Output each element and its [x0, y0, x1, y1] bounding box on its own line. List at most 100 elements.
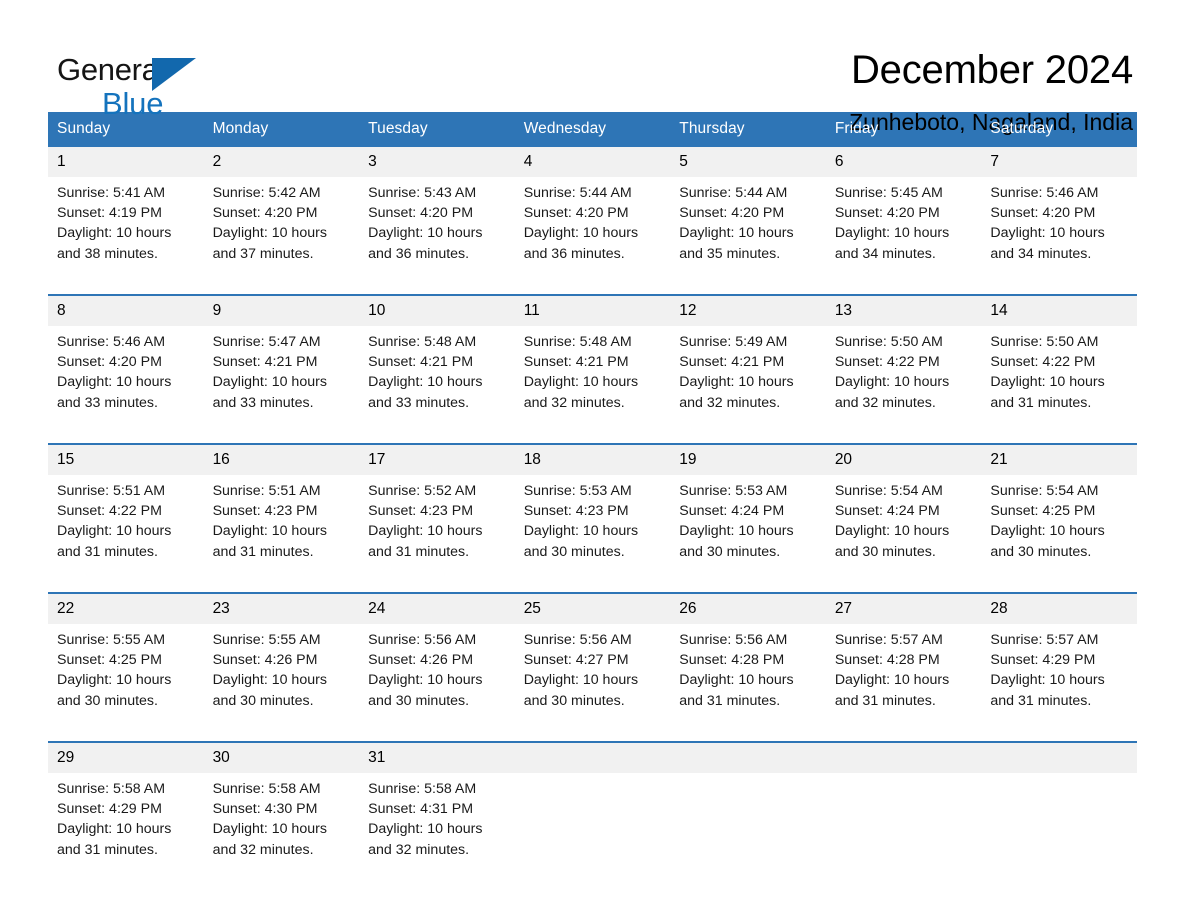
calendar-cell-day[interactable]: 19 Sunrise: 5:53 AM Sunset: 4:24 PM Dayligh…: [670, 443, 826, 575]
day-number: 18: [514, 445, 671, 475]
day-details: Sunrise: 5:55 AM Sunset: 4:26 PM Daylight:…: [203, 624, 360, 724]
sunset-text: Sunset: 4:27 PM: [523, 652, 629, 669]
daylight-text: Daylight: 10 hours and 31 minutes.: [834, 672, 950, 709]
calendar-week-row: 15 Sunrise: 5:51 AM Sunset: 4:22 PM Dayligh…: [48, 443, 1137, 575]
calendar-cell-day[interactable]: 20 Sunrise: 5:54 AM Sunset: 4:24 PM Dayligh…: [825, 443, 982, 575]
calendar-cell-day[interactable]: 21 Sunrise: 5:54 AM Sunset: 4:25 PM Dayligh…: [981, 443, 1137, 575]
sunset-text: Sunset: 4:25 PM: [57, 652, 162, 669]
sunrise-text: Sunrise: 5:43 AM: [368, 185, 477, 201]
day-details: Sunrise: 5:46 AM Sunset: 4:20 PM Daylight:…: [48, 326, 204, 426]
calendar-cell-day[interactable]: 16 Sunrise: 5:51 AM Sunset: 4:23 PM Dayligh…: [203, 443, 360, 575]
day-details: Sunrise: 5:53 AM Sunset: 4:23 PM Daylight:…: [514, 475, 671, 575]
daylight-text: Daylight: 10 hours and 32 minutes.: [212, 821, 327, 858]
calendar-cell-day[interactable]: 22 Sunrise: 5:55 AM Sunset: 4:25 PM Dayligh…: [48, 592, 204, 724]
day-details: Sunrise: 5:57 AM Sunset: 4:29 PM Daylight:…: [981, 624, 1137, 724]
calendar-cell-day[interactable]: 10 Sunrise: 5:48 AM Sunset: 4:21 PM Dayligh…: [359, 294, 515, 426]
daylight-text: Daylight: 10 hours and 32 minutes.: [368, 821, 483, 858]
brand-name-blue: Blue: [102, 86, 164, 121]
day-number: [825, 743, 982, 773]
calendar-cell-day[interactable]: 7 Sunrise: 5:46 AM Sunset: 4:20 PM Daylight…: [981, 147, 1137, 277]
day-details: Sunrise: 5:45 AM Sunset: 4:20 PM Daylight:…: [825, 177, 982, 277]
calendar-cell-day[interactable]: 27 Sunrise: 5:57 AM Sunset: 4:28 PM Dayligh…: [825, 592, 982, 724]
day-details: Sunrise: 5:42 AM Sunset: 4:20 PM Daylight:…: [203, 177, 360, 277]
sunrise-text: Sunrise: 5:46 AM: [57, 334, 166, 350]
daylight-text: Daylight: 10 hours and 31 minutes.: [368, 523, 483, 560]
sunrise-text: Sunrise: 5:51 AM: [212, 483, 321, 499]
calendar-cell-day[interactable]: 12 Sunrise: 5:49 AM Sunset: 4:21 PM Dayligh…: [670, 294, 826, 426]
calendar-cell-day[interactable]: 14 Sunrise: 5:50 AM Sunset: 4:22 PM Dayligh…: [981, 294, 1137, 426]
day-number: 2: [203, 147, 360, 177]
calendar-week-row: 22 Sunrise: 5:55 AM Sunset: 4:25 PM Dayligh…: [48, 592, 1137, 724]
calendar-cell-day[interactable]: 2 Sunrise: 5:42 AM Sunset: 4:20 PM Daylight…: [203, 147, 360, 277]
calendar-week-row: 8 Sunrise: 5:46 AM Sunset: 4:20 PM Daylight…: [48, 294, 1137, 426]
week-spacer-cell: [48, 724, 1137, 742]
day-number: 25: [514, 594, 671, 624]
sunrise-text: Sunrise: 5:51 AM: [57, 483, 166, 499]
sunrise-text: Sunrise: 5:48 AM: [368, 334, 477, 350]
day-details: Sunrise: 5:58 AM Sunset: 4:30 PM Daylight:…: [203, 773, 360, 873]
sunrise-text: Sunrise: 5:49 AM: [679, 334, 788, 350]
day-number: 9: [203, 296, 360, 326]
day-details: Sunrise: 5:53 AM Sunset: 4:24 PM Daylight:…: [670, 475, 826, 575]
sunset-text: Sunset: 4:29 PM: [990, 652, 1096, 669]
weekday-header-tuesday: Tuesday: [359, 112, 515, 147]
day-number: 10: [359, 296, 515, 326]
daylight-text: Daylight: 10 hours and 33 minutes.: [212, 374, 327, 411]
calendar-cell-day[interactable]: 23 Sunrise: 5:55 AM Sunset: 4:26 PM Dayligh…: [203, 592, 360, 724]
calendar-cell-day[interactable]: 25 Sunrise: 5:56 AM Sunset: 4:27 PM Dayligh…: [514, 592, 671, 724]
calendar-cell-day[interactable]: 28 Sunrise: 5:57 AM Sunset: 4:29 PM Dayligh…: [981, 592, 1137, 724]
calendar-cell-day[interactable]: 8 Sunrise: 5:46 AM Sunset: 4:20 PM Daylight…: [48, 294, 204, 426]
daylight-text: Daylight: 10 hours and 38 minutes.: [57, 225, 172, 262]
page-title: December 2024: [850, 48, 1133, 92]
sunset-text: Sunset: 4:25 PM: [990, 503, 1096, 520]
day-number: 11: [514, 296, 671, 326]
calendar-cell-day[interactable]: 17 Sunrise: 5:52 AM Sunset: 4:23 PM Dayligh…: [359, 443, 515, 575]
day-number: 4: [514, 147, 671, 177]
calendar-week-row: 1 Sunrise: 5:41 AM Sunset: 4:19 PM Daylight…: [48, 147, 1137, 277]
calendar-cell-day[interactable]: 15 Sunrise: 5:51 AM Sunset: 4:22 PM Dayligh…: [48, 443, 204, 575]
day-details: [825, 773, 982, 873]
day-details: [981, 773, 1137, 873]
calendar-cell-day[interactable]: 30 Sunrise: 5:58 AM Sunset: 4:30 PM Dayligh…: [203, 741, 360, 873]
daylight-text: Daylight: 10 hours and 30 minutes.: [57, 672, 172, 709]
daylight-text: Daylight: 10 hours and 31 minutes.: [57, 821, 172, 858]
calendar-cell-day[interactable]: 29 Sunrise: 5:58 AM Sunset: 4:29 PM Dayligh…: [48, 741, 204, 873]
calendar-cell-day[interactable]: 4 Sunrise: 5:44 AM Sunset: 4:20 PM Daylight…: [514, 147, 671, 277]
daylight-text: Daylight: 10 hours and 31 minutes.: [990, 672, 1105, 709]
sunset-text: Sunset: 4:28 PM: [834, 652, 940, 669]
day-details: Sunrise: 5:54 AM Sunset: 4:24 PM Daylight:…: [825, 475, 982, 575]
sunset-text: Sunset: 4:23 PM: [368, 503, 474, 520]
daylight-text: Daylight: 10 hours and 30 minutes.: [990, 523, 1105, 560]
sunset-text: Sunset: 4:29 PM: [57, 801, 162, 818]
calendar-cell-day[interactable]: 31 Sunrise: 5:58 AM Sunset: 4:31 PM Dayligh…: [359, 741, 515, 873]
calendar-cell-day[interactable]: 13 Sunrise: 5:50 AM Sunset: 4:22 PM Dayligh…: [825, 294, 982, 426]
daylight-text: Daylight: 10 hours and 30 minutes.: [523, 523, 639, 560]
sunset-text: Sunset: 4:21 PM: [212, 354, 318, 371]
day-number: 20: [825, 445, 982, 475]
sunrise-text: Sunrise: 5:45 AM: [834, 185, 943, 201]
day-number: 12: [670, 296, 826, 326]
calendar-cell-day[interactable]: 5 Sunrise: 5:44 AM Sunset: 4:20 PM Daylight…: [670, 147, 826, 277]
week-spacer-cell: [48, 575, 1137, 593]
calendar-cell-day[interactable]: 3 Sunrise: 5:43 AM Sunset: 4:20 PM Daylight…: [359, 147, 515, 277]
day-number: 1: [48, 147, 204, 177]
sunset-text: Sunset: 4:26 PM: [368, 652, 474, 669]
day-details: Sunrise: 5:50 AM Sunset: 4:22 PM Daylight:…: [981, 326, 1137, 426]
calendar-cell-day[interactable]: 18 Sunrise: 5:53 AM Sunset: 4:23 PM Dayligh…: [514, 443, 671, 575]
calendar-cell-day[interactable]: 26 Sunrise: 5:56 AM Sunset: 4:28 PM Dayligh…: [670, 592, 826, 724]
sunset-text: Sunset: 4:20 PM: [834, 205, 940, 222]
daylight-text: Daylight: 10 hours and 32 minutes.: [834, 374, 950, 411]
daylight-text: Daylight: 10 hours and 31 minutes.: [990, 374, 1105, 411]
calendar-cell-day[interactable]: 9 Sunrise: 5:47 AM Sunset: 4:21 PM Daylight…: [203, 294, 360, 426]
day-details: Sunrise: 5:55 AM Sunset: 4:25 PM Daylight:…: [48, 624, 204, 724]
calendar-cell-day[interactable]: 6 Sunrise: 5:45 AM Sunset: 4:20 PM Daylight…: [825, 147, 982, 277]
weekday-header-thursday: Thursday: [670, 112, 826, 147]
calendar-cell-day[interactable]: 24 Sunrise: 5:56 AM Sunset: 4:26 PM Dayligh…: [359, 592, 515, 724]
day-number: 30: [203, 743, 360, 773]
sunset-text: Sunset: 4:26 PM: [212, 652, 318, 669]
sunset-text: Sunset: 4:22 PM: [834, 354, 940, 371]
day-number: 19: [670, 445, 826, 475]
calendar-cell-day[interactable]: 11 Sunrise: 5:48 AM Sunset: 4:21 PM Dayligh…: [514, 294, 671, 426]
calendar-cell-day[interactable]: 1 Sunrise: 5:41 AM Sunset: 4:19 PM Daylight…: [48, 147, 204, 277]
calendar-body: 1 Sunrise: 5:41 AM Sunset: 4:19 PM Daylight…: [48, 147, 1137, 873]
